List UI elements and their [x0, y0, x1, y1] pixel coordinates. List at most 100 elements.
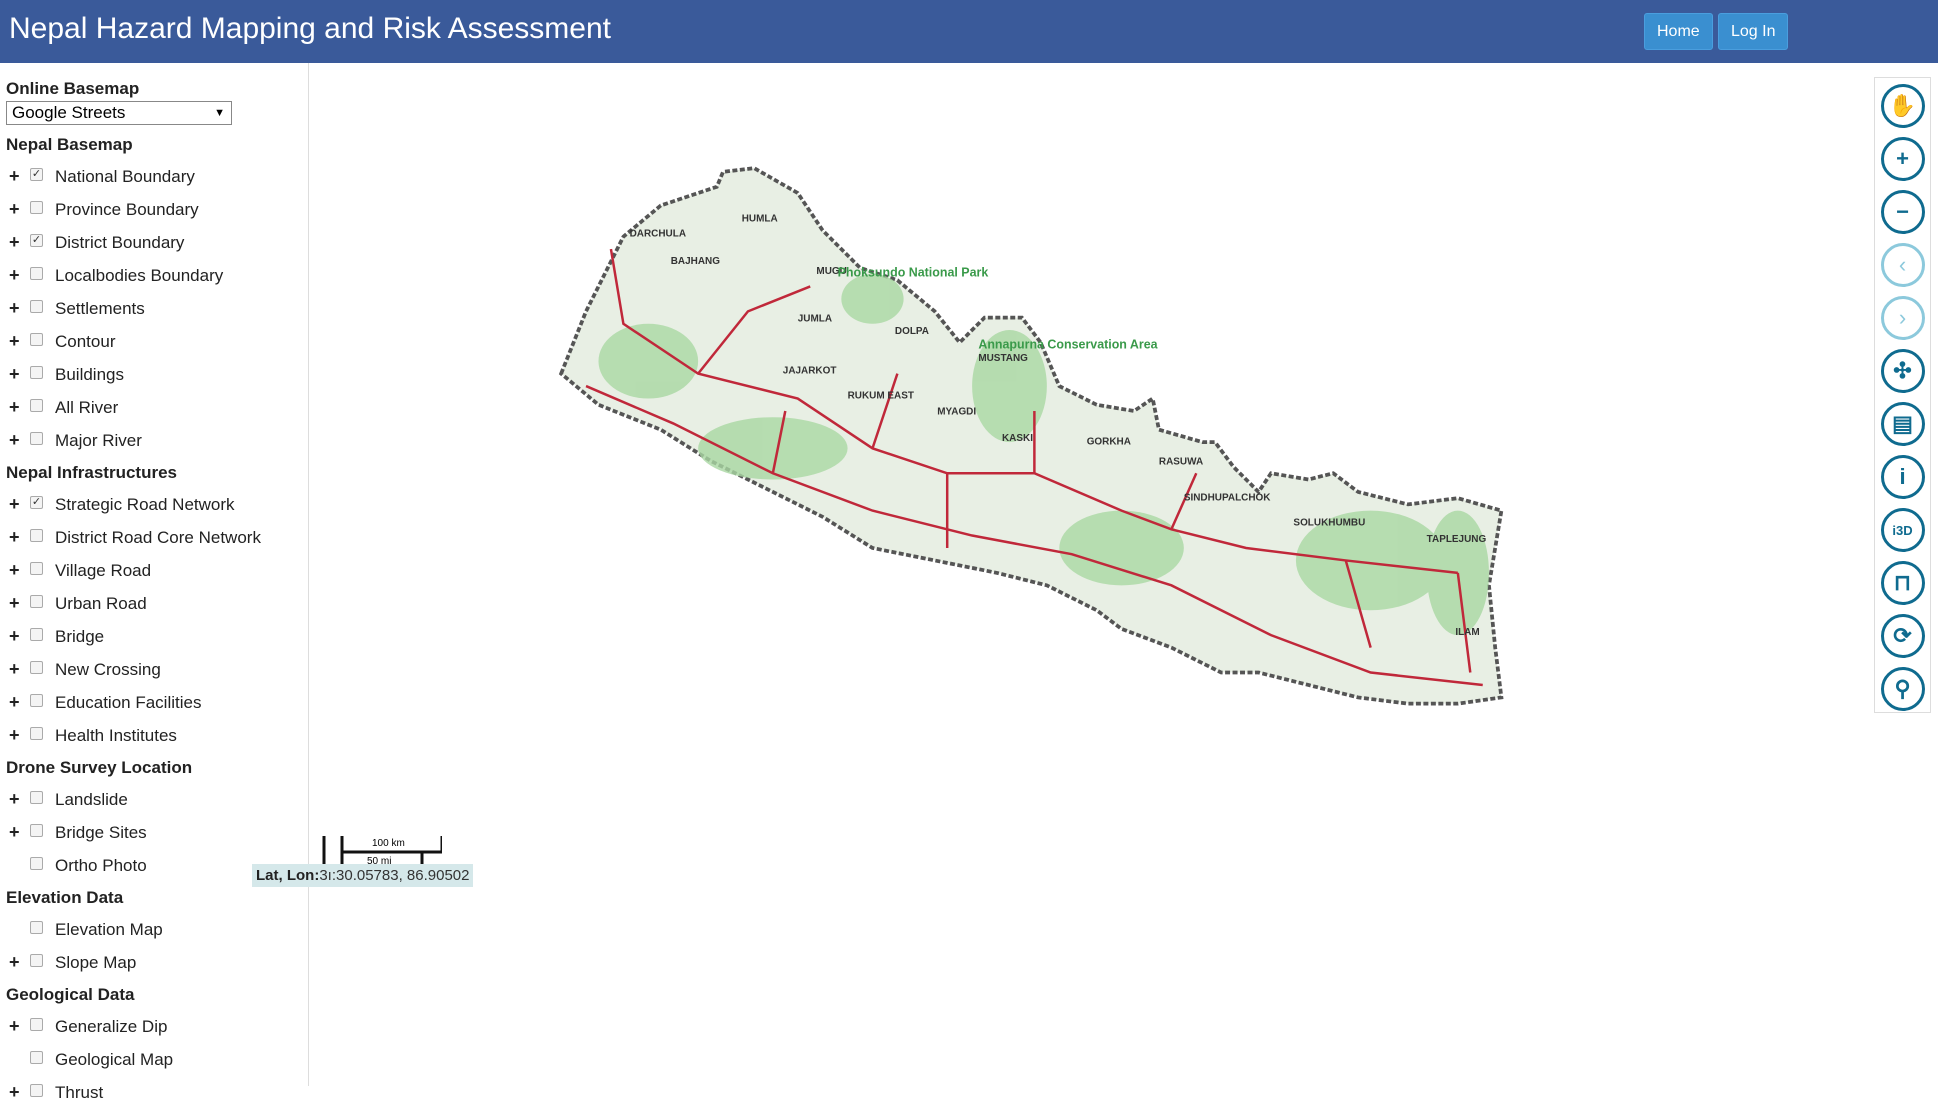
expand-icon[interactable]: + [9, 587, 20, 620]
layer-checkbox[interactable] [30, 791, 43, 804]
print-icon[interactable]: ▤ [1880, 402, 1925, 446]
layer-label: All River [55, 398, 119, 417]
pan-hand-icon[interactable]: ✋ [1880, 84, 1925, 128]
layer-item: + Bridge [6, 620, 308, 653]
layer-checkbox[interactable] [30, 201, 43, 214]
map-place-label: DOLPA [895, 326, 929, 337]
layer-item: + All River [6, 391, 308, 424]
scale-km: 100 km [372, 838, 405, 849]
expand-icon[interactable]: + [9, 488, 20, 521]
bridge-icon[interactable]: ⊓ [1880, 561, 1925, 605]
layer-item: + ✓ National Boundary [6, 160, 308, 193]
layer-item: + Urban Road [6, 587, 308, 620]
expand-icon[interactable]: + [9, 424, 20, 457]
expand-icon[interactable]: + [9, 226, 20, 259]
expand-icon[interactable]: + [9, 620, 20, 653]
layer-checkbox[interactable] [30, 921, 43, 934]
layer-checkbox[interactable]: ✓ [30, 168, 43, 181]
layer-checkbox[interactable] [30, 432, 43, 445]
layer-item: + Education Facilities [6, 686, 308, 719]
expand-icon[interactable]: + [9, 160, 20, 193]
search-refresh-icon[interactable]: ⟳ [1880, 614, 1925, 658]
route-icon[interactable]: ⚲ [1880, 667, 1925, 711]
layer-item: + Province Boundary [6, 193, 308, 226]
app-title: Nepal Hazard Mapping and Risk Assessment [9, 12, 611, 45]
expand-icon[interactable]: + [9, 653, 20, 686]
layer-checkbox[interactable] [30, 300, 43, 313]
layer-item: + Localbodies Boundary [6, 259, 308, 292]
layer-label: Bridge [55, 627, 105, 646]
layer-checkbox[interactable]: ✓ [30, 496, 43, 509]
zoom-out-icon[interactable]: − [1880, 190, 1925, 234]
layer-label: Settlements [55, 299, 145, 318]
layer-checkbox[interactable] [30, 399, 43, 412]
expand-icon[interactable]: + [9, 259, 20, 292]
zoom-in-icon[interactable]: + [1880, 137, 1925, 181]
layer-checkbox[interactable] [30, 628, 43, 641]
layer-item: + ✓ Strategic Road Network [6, 488, 308, 521]
map-place-label: KASKI [1002, 433, 1033, 444]
map-toolbar: ✋ + − ‹ › ✣ ▤ i i3D ⊓ ⟳ ⚲ [1874, 77, 1931, 713]
info-3d-icon[interactable]: i3D [1880, 508, 1925, 552]
expand-icon[interactable]: + [9, 946, 20, 979]
map-place-label: Phoksundo National Park [838, 265, 989, 279]
expand-icon[interactable]: + [9, 358, 20, 391]
layer-checkbox[interactable] [30, 366, 43, 379]
coordinate-readout: Lat, Lon:3ı:30.05783, 86.90502 [252, 864, 474, 887]
map-place-label: GORKHA [1087, 437, 1131, 448]
expand-icon[interactable]: + [9, 193, 20, 226]
expand-icon[interactable]: + [9, 554, 20, 587]
map-place-label: SOLUKHUMBU [1293, 518, 1365, 529]
expand-icon[interactable]: + [9, 1076, 20, 1109]
layer-label: Landslide [55, 790, 128, 809]
expand-icon[interactable]: + [9, 325, 20, 358]
previous-extent-icon[interactable]: ‹ [1880, 243, 1925, 287]
expand-icon[interactable]: + [9, 719, 20, 752]
layer-item: + District Road Core Network [6, 521, 308, 554]
layer-label: Geological Map [55, 1050, 174, 1069]
map-place-label: Annapurna Conservation Area [978, 338, 1157, 352]
layer-checkbox[interactable] [30, 954, 43, 967]
layer-checkbox[interactable] [30, 267, 43, 280]
expand-icon[interactable]: + [9, 292, 20, 325]
layer-checkbox[interactable] [30, 661, 43, 674]
layer-checkbox[interactable] [30, 562, 43, 575]
expand-icon[interactable]: + [9, 391, 20, 424]
layer-checkbox[interactable] [30, 333, 43, 346]
expand-icon[interactable]: + [9, 783, 20, 816]
login-button[interactable]: Log In [1718, 13, 1789, 50]
dropdown-arrow-icon: ▼ [214, 107, 225, 119]
layer-label: Major River [55, 431, 142, 450]
layer-label: National Boundary [55, 167, 195, 186]
next-extent-icon[interactable]: › [1880, 296, 1925, 340]
layer-label: District Road Core Network [55, 528, 261, 547]
home-button[interactable]: Home [1644, 13, 1713, 50]
layer-checkbox[interactable] [30, 857, 43, 870]
basemap-value: Google Streets [12, 103, 126, 122]
expand-icon[interactable]: + [9, 521, 20, 554]
expand-icon[interactable]: + [9, 816, 20, 849]
layer-checkbox[interactable] [30, 694, 43, 707]
map-place-label: RUKUM EAST [848, 391, 914, 402]
full-extent-icon[interactable]: ✣ [1880, 349, 1925, 393]
layer-label: Contour [55, 332, 116, 351]
layer-checkbox[interactable] [30, 727, 43, 740]
layer-item: Elevation Map [6, 913, 308, 946]
basemap-select[interactable]: Google Streets ▼ [6, 101, 232, 125]
map-place-label: MUGU [816, 266, 846, 277]
layer-item: + Contour [6, 325, 308, 358]
layer-item: + Village Road [6, 554, 308, 587]
info-icon[interactable]: i [1880, 455, 1925, 499]
map-place-label: ILAM [1455, 627, 1479, 638]
layer-label: Health Institutes [55, 726, 177, 745]
layer-label: Ortho Photo [55, 856, 147, 875]
layer-checkbox[interactable] [30, 529, 43, 542]
layer-checkbox[interactable] [30, 824, 43, 837]
layer-checkbox[interactable]: ✓ [30, 234, 43, 247]
layer-item: + Settlements [6, 292, 308, 325]
layer-checkbox[interactable] [30, 1051, 43, 1064]
expand-icon[interactable]: + [9, 1010, 20, 1043]
expand-icon[interactable]: + [9, 686, 20, 719]
layer-checkbox[interactable] [30, 1018, 43, 1031]
layer-checkbox[interactable] [30, 595, 43, 608]
